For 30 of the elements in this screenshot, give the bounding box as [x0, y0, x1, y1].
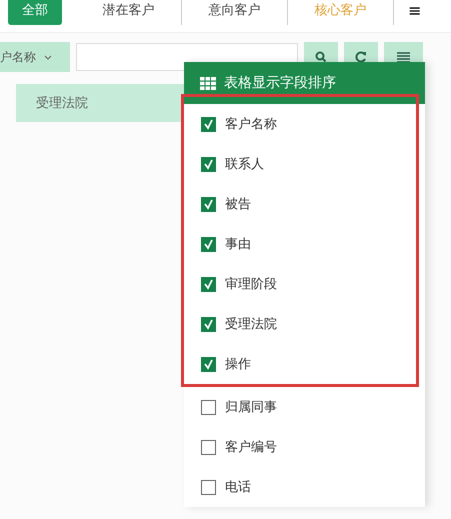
checkbox-label: 客户名称 — [225, 116, 277, 133]
checkbox[interactable] — [201, 356, 216, 372]
checkbox[interactable] — [201, 276, 216, 292]
checkbox[interactable] — [201, 400, 216, 414]
checkbox[interactable] — [201, 236, 216, 252]
field-dropdown[interactable]: 户名称 — [0, 42, 70, 72]
checkbox[interactable] — [201, 196, 216, 212]
list-icon — [397, 52, 410, 62]
menu-button[interactable]: ≡ — [394, 0, 436, 20]
checkbox[interactable] — [201, 440, 216, 454]
checkbox-label: 事由 — [225, 236, 251, 253]
tab[interactable]: 全部 — [8, 0, 62, 25]
checkbox-label: 归属同事 — [225, 399, 277, 416]
checkbox-label: 审理阶段 — [225, 276, 277, 293]
refresh-icon — [355, 51, 367, 63]
checkbox-label: 客户编号 — [225, 439, 277, 456]
caret-icon — [44, 54, 52, 60]
checkbox-label: 被告 — [225, 196, 251, 213]
column-header: 受理法院 — [16, 84, 184, 122]
checkbox-label: 联系人 — [225, 156, 264, 173]
checkbox[interactable] — [201, 480, 216, 494]
grid-icon — [200, 76, 216, 90]
checkbox[interactable] — [201, 116, 216, 132]
checkbox-label: 受理法院 — [225, 316, 277, 333]
checkbox-label: 操作 — [225, 356, 251, 373]
checkbox[interactable] — [201, 156, 216, 172]
checkbox[interactable] — [201, 316, 216, 332]
panel-title: 表格显示字段排序 — [224, 74, 336, 92]
search-icon — [315, 51, 327, 63]
checkbox-label: 电话 — [225, 479, 251, 496]
